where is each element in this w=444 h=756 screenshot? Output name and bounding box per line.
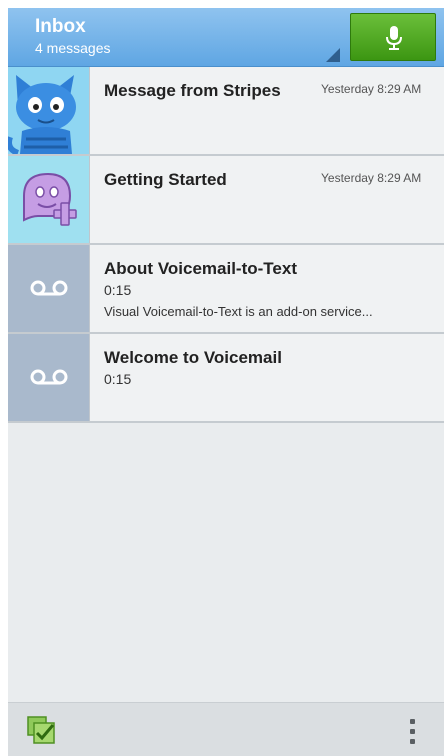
message-count: 4 messages (35, 40, 111, 56)
message-row-welcome-to-voicemail[interactable]: Welcome to Voicemail 0:15 (8, 334, 444, 423)
record-voicemail-button[interactable] (350, 13, 436, 61)
dropdown-corner-icon (326, 48, 340, 62)
message-title: Getting Started (104, 170, 227, 189)
microphone-icon (386, 26, 402, 50)
voicemail-icon (8, 334, 90, 421)
message-row-stripes[interactable]: Message from Stripes Yesterday 8:29 AM (8, 67, 444, 156)
select-all-icon (27, 716, 55, 744)
select-messages-button[interactable] (26, 715, 58, 747)
message-time: Yesterday 8:29 AM (321, 171, 422, 185)
message-list: Message from Stripes Yesterday 8:29 AM G… (8, 67, 444, 423)
message-row-getting-started[interactable]: Getting Started Yesterday 8:29 AM (8, 156, 444, 245)
message-time: Yesterday 8:29 AM (321, 82, 422, 96)
inbox-folder-dropdown[interactable]: Inbox 4 messages (8, 8, 346, 66)
message-preview: Visual Voicemail-to-Text is an add-on se… (104, 304, 373, 319)
bottom-action-bar (8, 702, 444, 756)
add-contact-avatar-icon (8, 156, 90, 243)
app-frame: Inbox 4 messages Message from Stripes Ye… (8, 8, 444, 756)
message-row-about-voicemail-to-text[interactable]: About Voicemail-to-Text 0:15 Visual Voic… (8, 245, 444, 334)
voicemail-icon (8, 245, 90, 332)
cat-avatar-icon (8, 67, 90, 154)
inbox-title: Inbox (35, 16, 86, 37)
message-title: Welcome to Voicemail (104, 348, 282, 367)
message-title: About Voicemail-to-Text (104, 259, 297, 278)
header-bar: Inbox 4 messages (8, 8, 444, 67)
message-duration: 0:15 (104, 371, 132, 387)
more-options-button[interactable] (400, 715, 424, 747)
message-title: Message from Stripes (104, 81, 281, 100)
message-duration: 0:15 (104, 282, 132, 298)
